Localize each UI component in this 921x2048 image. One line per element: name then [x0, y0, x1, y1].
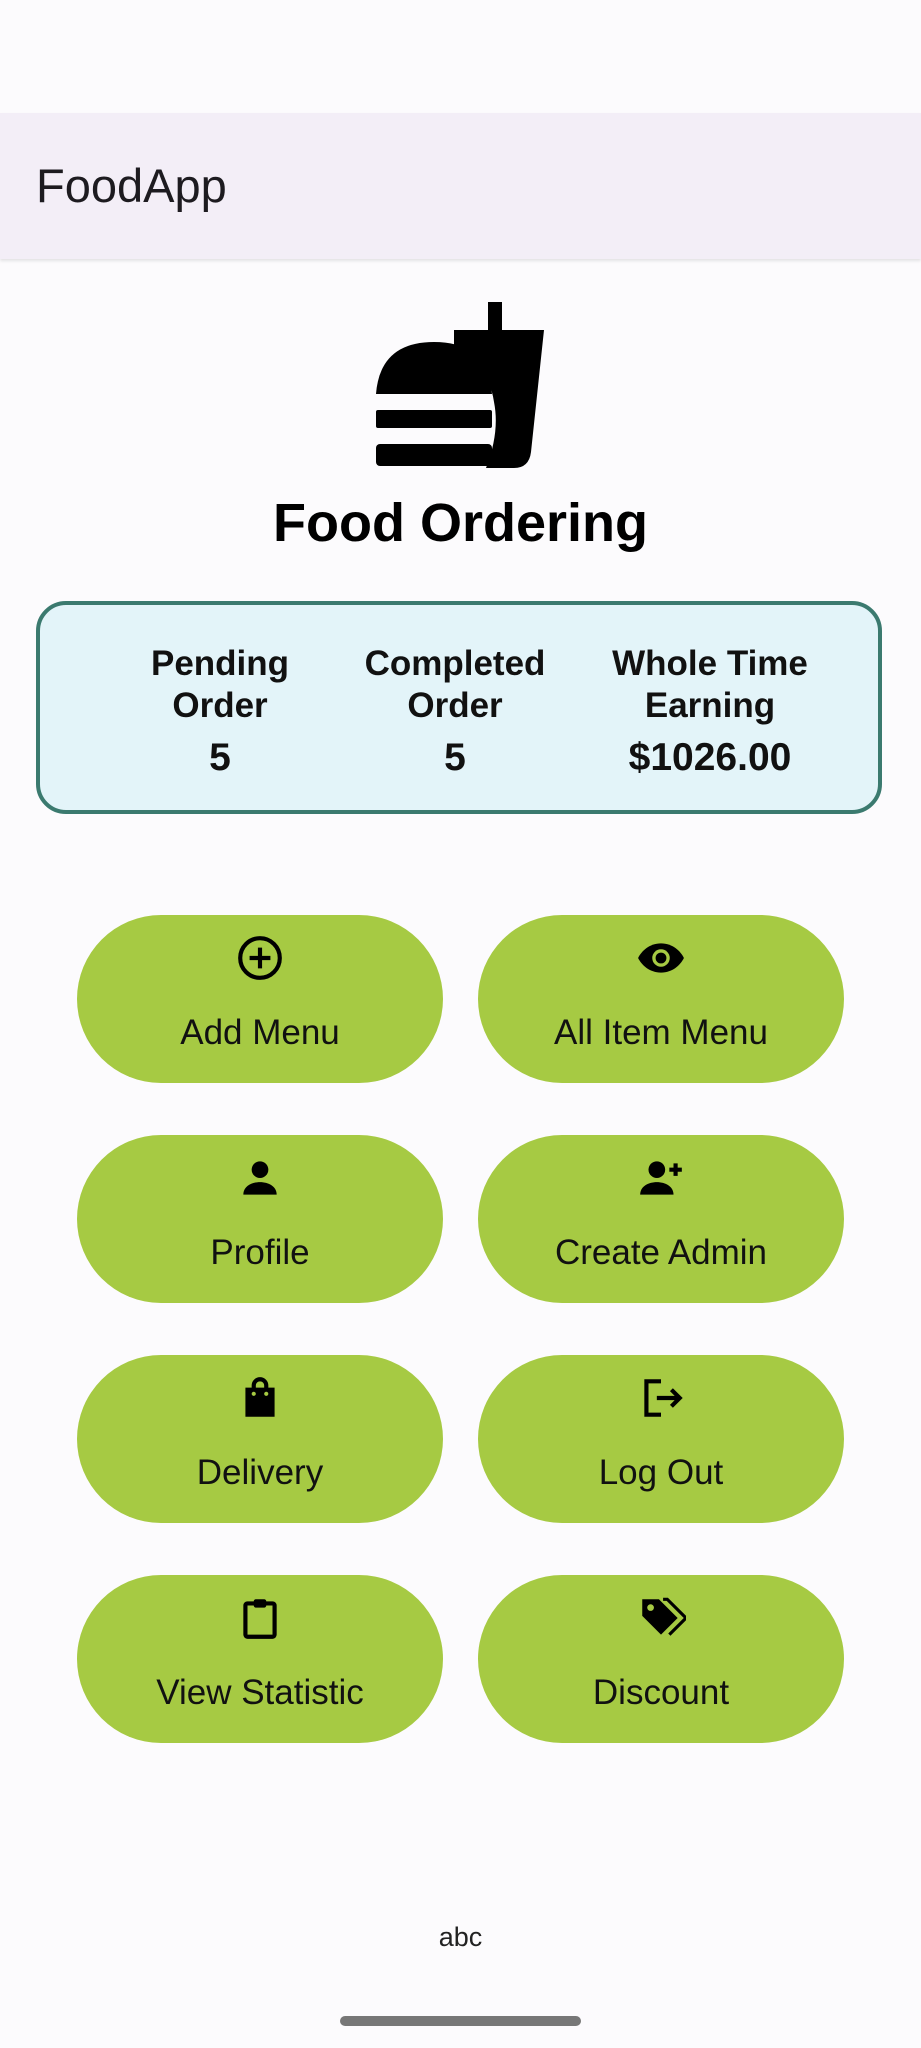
all-item-menu-label: All Item Menu: [554, 1013, 768, 1052]
tags-icon: [636, 1593, 686, 1643]
page-title: Food Ordering: [273, 493, 648, 553]
stat-value: $1026.00: [628, 736, 792, 779]
person-add-icon: [636, 1153, 686, 1203]
pending-order-stat: Pending Order 5: [100, 643, 340, 779]
completed-order-stat: Completed Order 5: [330, 643, 580, 779]
stat-label: Whole Time Earning: [612, 644, 808, 725]
profile-label: Profile: [210, 1233, 310, 1272]
delivery-label: Delivery: [196, 1453, 324, 1492]
view-statistic-label: View Statistic: [156, 1673, 364, 1712]
add-menu-button[interactable]: Add Menu: [77, 915, 443, 1083]
status-bar: [0, 0, 921, 113]
create-admin-label: Create Admin: [554, 1233, 768, 1272]
discount-button[interactable]: Discount: [478, 1575, 844, 1743]
person-icon: [235, 1153, 285, 1203]
shopping-bag-icon: [235, 1373, 285, 1423]
stat-label: Pending Order: [150, 644, 290, 725]
app-title: FoodApp: [36, 159, 227, 212]
stat-value: 5: [209, 736, 231, 779]
delivery-button[interactable]: Delivery: [77, 1355, 443, 1523]
stat-label: Completed Order: [364, 644, 546, 725]
app-bar: FoodApp: [0, 113, 921, 259]
whole-time-earning-stat: Whole Time Earning $1026.00: [560, 643, 860, 779]
footer-text: abc: [438, 1922, 483, 1952]
clipboard-icon: [235, 1593, 285, 1643]
create-admin-button[interactable]: Create Admin: [478, 1135, 844, 1303]
add-circle-icon: [235, 933, 285, 983]
log-out-button[interactable]: Log Out: [478, 1355, 844, 1523]
fastfood-icon: [376, 302, 544, 468]
logout-icon: [636, 1373, 686, 1423]
discount-label: Discount: [592, 1673, 730, 1712]
stat-value: 5: [444, 736, 466, 779]
profile-button[interactable]: Profile: [77, 1135, 443, 1303]
home-indicator[interactable]: [340, 2016, 581, 2026]
all-item-menu-button[interactable]: All Item Menu: [478, 915, 844, 1083]
log-out-label: Log Out: [598, 1453, 724, 1492]
eye-icon: [636, 933, 686, 983]
order-stats-card: Pending Order 5 Completed Order 5 Whole …: [36, 601, 882, 814]
view-statistic-button[interactable]: View Statistic: [77, 1575, 443, 1743]
add-menu-label: Add Menu: [180, 1013, 340, 1052]
